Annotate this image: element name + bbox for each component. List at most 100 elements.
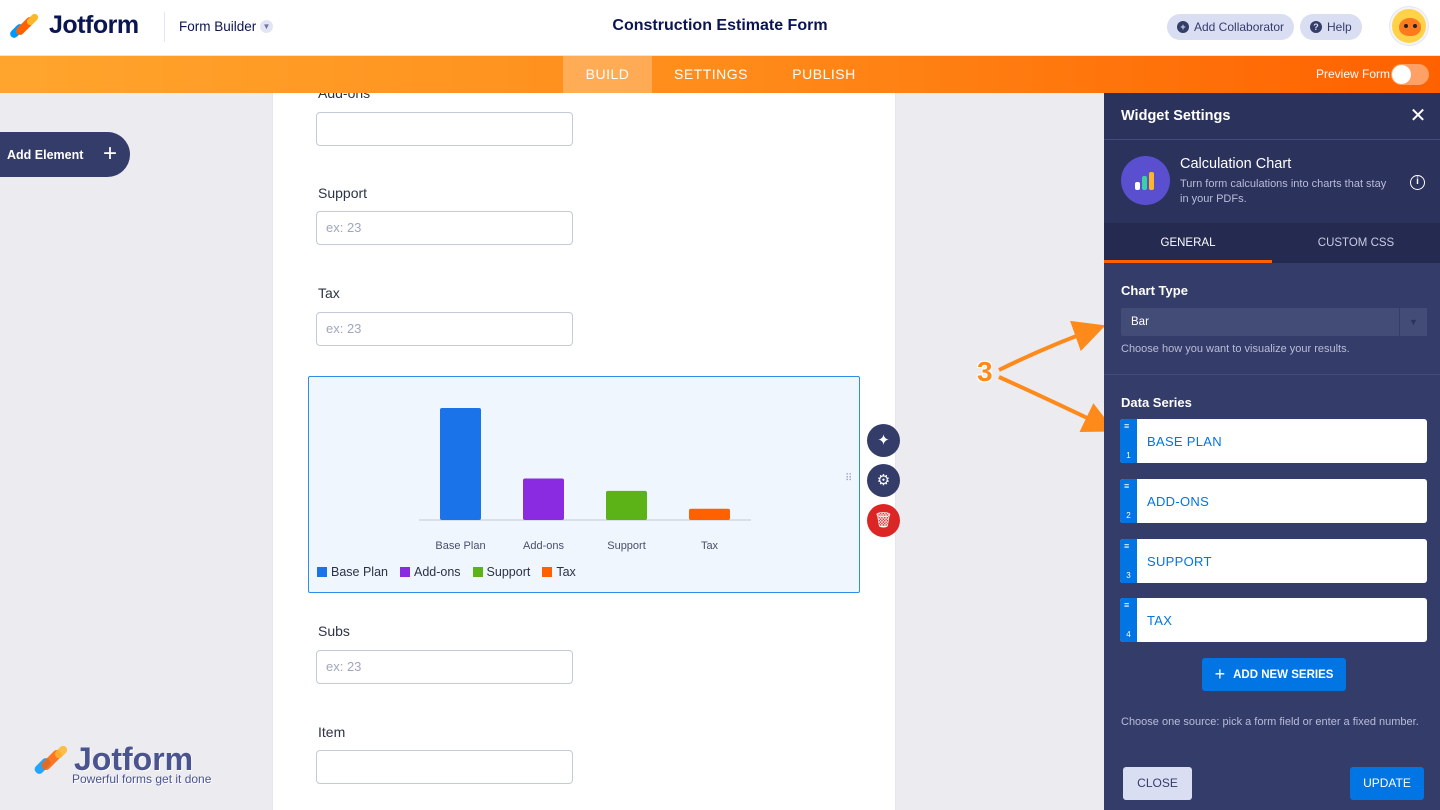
- section-divider: [1104, 374, 1440, 375]
- add-ons-input[interactable]: [316, 112, 573, 146]
- close-icon[interactable]: ✕: [1406, 104, 1430, 128]
- preview-form-label: Preview Form: [1316, 67, 1391, 81]
- x-tick-label: Add-ons: [523, 540, 564, 552]
- series-index: 4: [1126, 630, 1131, 639]
- chart-type-help: Choose how you want to visualize your re…: [1121, 343, 1350, 355]
- panel-header: Widget Settings ✕: [1104, 93, 1440, 140]
- calculation-chart-widget[interactable]: Base Plan Add-ons Support Tax Base Plan Add-…: [308, 376, 860, 593]
- drag-handle-icon[interactable]: ≡ 3: [1120, 539, 1137, 583]
- form-title[interactable]: Construction Estimate Form: [520, 17, 920, 35]
- chevron-down-icon: ▼: [1399, 308, 1427, 336]
- legend-label: Support: [486, 565, 531, 579]
- subs-input[interactable]: ex: 23: [316, 650, 573, 684]
- drag-handle-icon[interactable]: ≡ 1: [1120, 419, 1137, 463]
- close-button[interactable]: CLOSE: [1123, 767, 1192, 800]
- gear-icon[interactable]: ⚙: [867, 464, 900, 497]
- legend-item: Add-ons: [399, 565, 461, 579]
- form-builder-menu[interactable]: Form Builder: [179, 19, 256, 34]
- widget-settings-panel: Widget Settings ✕ Calculation Chart Turn…: [1104, 93, 1440, 810]
- top-header: Jotform Form Builder ▼ Construction Esti…: [0, 0, 1440, 56]
- widget-description: Turn form calculations into charts that …: [1180, 178, 1387, 205]
- chart-bar-add-ons: [523, 478, 564, 520]
- legend-label: Tax: [556, 565, 576, 579]
- tab-custom-css[interactable]: CUSTOM CSS: [1272, 223, 1440, 263]
- tab-build[interactable]: BUILD: [563, 56, 652, 93]
- add-element-label: Add Element: [7, 147, 84, 162]
- chart-bar-base-plan: [440, 408, 481, 520]
- help-button[interactable]: ? Help: [1300, 14, 1362, 40]
- series-label: BASE PLAN: [1147, 434, 1222, 449]
- chart-type-select[interactable]: Bar ▼: [1121, 308, 1427, 336]
- plus-icon: +: [1214, 664, 1226, 684]
- header-divider: [164, 12, 165, 42]
- item-input[interactable]: [316, 750, 573, 784]
- plus-icon: +: [102, 140, 117, 167]
- add-collaborator-button[interactable]: + Add Collaborator: [1167, 14, 1295, 40]
- avatar-eye-icon: [1413, 24, 1417, 28]
- series-index: 1: [1126, 451, 1131, 460]
- chart-legend: Base Plan Add-ons Support Tax: [317, 565, 588, 579]
- avatar-face-icon: [1399, 18, 1421, 36]
- jotform-logo-icon: [8, 11, 40, 39]
- widget-name: Calculation Chart: [1180, 156, 1292, 172]
- drag-handle-icon[interactable]: ⠿: [845, 474, 853, 492]
- info-icon[interactable]: i: [1410, 175, 1425, 190]
- field-label-tax: Tax: [318, 285, 340, 301]
- series-label: TAX: [1147, 613, 1173, 628]
- annotation-step-number: 3: [977, 356, 993, 387]
- series-label: SUPPORT: [1147, 554, 1212, 569]
- series-index: 2: [1126, 511, 1131, 520]
- field-label-support: Support: [318, 185, 368, 201]
- brand-name: Jotform: [49, 11, 139, 39]
- field-label-item: Item: [318, 724, 346, 740]
- legend-item: Support: [472, 565, 531, 579]
- magic-wand-icon[interactable]: ✦: [867, 424, 900, 457]
- add-new-series-button[interactable]: + ADD NEW SERIES: [1202, 658, 1346, 691]
- chart-icon: [1121, 156, 1170, 205]
- series-row-add-ons[interactable]: ≡ 2 ADD-ONS: [1120, 479, 1427, 523]
- drag-handle-icon[interactable]: ≡ 2: [1120, 479, 1137, 523]
- tab-publish[interactable]: PUBLISH: [783, 56, 865, 93]
- legend-item: Base Plan: [317, 565, 388, 579]
- legend-label: Add-ons: [413, 565, 461, 579]
- toggle-knob: [1392, 65, 1411, 84]
- chart-type-value: Bar: [1131, 316, 1149, 328]
- chevron-down-icon[interactable]: ▼: [260, 20, 273, 33]
- series-label: ADD-ONS: [1147, 494, 1210, 509]
- tab-settings[interactable]: SETTINGS: [665, 56, 757, 93]
- legend-swatch: [399, 567, 410, 577]
- chart-type-title: Chart Type: [1121, 283, 1188, 298]
- field-label-add-ons: Add-ons: [318, 93, 371, 101]
- add-new-series-label: ADD NEW SERIES: [1233, 668, 1334, 681]
- series-index: 3: [1126, 571, 1131, 580]
- legend-swatch: [542, 567, 553, 577]
- series-row-tax[interactable]: ≡ 4 TAX: [1120, 598, 1427, 642]
- tax-input[interactable]: ex: 23: [316, 312, 573, 346]
- support-input[interactable]: ex: 23: [316, 211, 573, 245]
- legend-swatch: [317, 567, 327, 577]
- add-element-button[interactable]: Add Element +: [0, 132, 130, 177]
- x-tick-label: Tax: [701, 540, 719, 552]
- panel-title: Widget Settings: [1121, 108, 1231, 124]
- trash-icon[interactable]: 🗑: [867, 504, 900, 537]
- help-label: Help: [1327, 20, 1352, 34]
- field-label-subs: Subs: [318, 623, 350, 639]
- bar-chart: Base Plan Add-ons Support Tax: [419, 408, 751, 552]
- legend-item: Tax: [542, 565, 576, 579]
- jotform-logo[interactable]: Jotform: [8, 11, 139, 40]
- settings-tabs: GENERAL CUSTOM CSS: [1104, 223, 1440, 263]
- preview-form-toggle[interactable]: [1391, 64, 1429, 85]
- series-row-base-plan[interactable]: ≡ 1 BASE PLAN: [1120, 419, 1427, 463]
- x-tick-label: Support: [607, 540, 646, 552]
- question-icon: ?: [1310, 21, 1322, 33]
- drag-handle-icon[interactable]: ≡ 4: [1120, 598, 1137, 642]
- update-button[interactable]: UPDATE: [1350, 767, 1424, 800]
- series-row-support[interactable]: ≡ 3 SUPPORT: [1120, 539, 1427, 583]
- arrow-to-chart-type: [998, 320, 1106, 372]
- tab-general[interactable]: GENERAL: [1104, 223, 1272, 263]
- x-tick-label: Base Plan: [435, 540, 485, 552]
- legend-label: Base Plan: [331, 565, 388, 579]
- data-series-title: Data Series: [1121, 395, 1192, 410]
- jotform-watermark-icon: [32, 744, 69, 776]
- avatar[interactable]: [1390, 7, 1428, 45]
